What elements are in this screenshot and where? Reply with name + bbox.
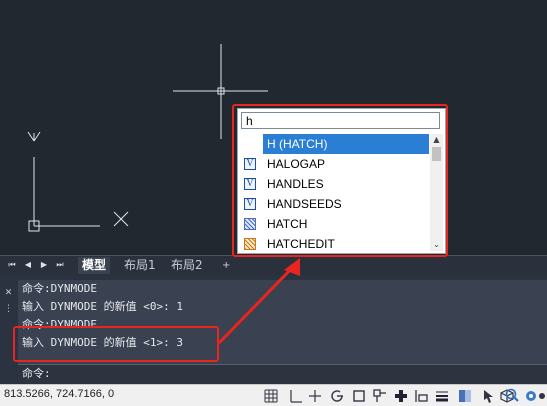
next-tab-icon[interactable]: ▶ (38, 259, 50, 271)
options-icon[interactable]: ⋮ (4, 305, 13, 314)
layout-tab-bar: ⏮ ◀ ▶ ⏭ 模型 布局1 布局2 + (0, 255, 547, 276)
ortho-icon[interactable] (307, 388, 323, 404)
tab-model[interactable]: 模型 (78, 257, 111, 274)
scrollbar-thumb[interactable] (432, 147, 441, 161)
autocomplete-item-label: HALOGAP (267, 157, 326, 171)
tab-layout2[interactable]: 布局2 (167, 257, 207, 274)
ducs-icon[interactable] (393, 388, 409, 404)
command-line-input[interactable]: 命令: (18, 364, 547, 383)
autocomplete-item-label: H (HATCH) (263, 134, 429, 154)
first-tab-icon[interactable]: ⏮ (6, 259, 18, 271)
autocomplete-item-halogap[interactable]: V HALOGAP (240, 154, 429, 174)
last-tab-icon[interactable]: ⏭ (54, 259, 66, 271)
system-variable-icon: V (244, 198, 256, 210)
tab-layout1[interactable]: 布局1 (120, 257, 160, 274)
selection-cycling-icon[interactable] (481, 388, 497, 404)
system-variable-icon: V (244, 178, 256, 190)
cad-application: H (HATCH) V HALOGAP V HANDLES V HANDSEED… (0, 0, 547, 406)
polar-icon[interactable] (329, 388, 345, 404)
system-variable-icon: V (244, 158, 256, 170)
command-autocomplete-popup: H (HATCH) V HALOGAP V HANDLES V HANDSEED… (237, 108, 446, 254)
lineweight-icon[interactable] (434, 388, 450, 404)
osnap-icon[interactable] (351, 388, 367, 404)
command-prompt-label: 命令: (22, 367, 51, 380)
previous-tab-icon[interactable]: ◀ (22, 259, 34, 271)
autocomplete-list: H (HATCH) V HALOGAP V HANDLES V HANDSEED… (240, 134, 429, 251)
autocomplete-item-label: HANDLES (267, 177, 324, 191)
autocomplete-item-label: HATCH (267, 217, 308, 231)
coordinates-display: 813.5266, 724.7166, 0 (4, 388, 115, 400)
autocomplete-scrollbar[interactable]: ▲ ⌄ (430, 134, 443, 251)
otrack-icon[interactable] (372, 388, 388, 404)
annotation-icon[interactable] (504, 387, 520, 403)
autocomplete-item-handseeds[interactable]: V HANDSEEDS (240, 194, 429, 214)
ucs-icon (27, 131, 129, 232)
status-bar: 813.5266, 724.7166, 0 (0, 384, 547, 406)
command-input[interactable] (241, 112, 440, 129)
history-line: 命令:DYNMODE (22, 282, 97, 295)
settings-icon[interactable] (538, 388, 547, 404)
autocomplete-item-label: HANDSEEDS (267, 197, 342, 211)
hatchedit-icon (244, 238, 256, 250)
autocomplete-item-handles[interactable]: V HANDLES (240, 174, 429, 194)
snap-icon[interactable] (288, 388, 304, 404)
history-line: 输入 DYNMODE 的新值 <1>: 3 (22, 336, 183, 349)
grid-icon[interactable] (263, 388, 279, 404)
close-icon[interactable]: ✕ (4, 289, 13, 298)
autocomplete-item-hatchedit[interactable]: HATCHEDIT (240, 234, 429, 251)
hatch-icon (244, 218, 256, 230)
command-history: 命令:DYNMODE 输入 DYNMODE 的新值 <0>: 1 命令:DYNM… (18, 280, 547, 365)
history-line: 命令:DYNMODE (22, 318, 97, 331)
transparency-icon[interactable] (457, 388, 473, 404)
autocomplete-item-h-hatch[interactable]: H (HATCH) (240, 134, 429, 154)
drawing-canvas[interactable]: H (HATCH) V HALOGAP V HANDLES V HANDSEED… (0, 0, 547, 256)
tab-add[interactable]: + (218, 257, 234, 274)
command-window: ✕ ⋮ 命令:DYNMODE 输入 DYNMODE 的新值 <0>: 1 命令:… (0, 275, 547, 384)
dyn-icon[interactable] (413, 388, 429, 404)
scroll-up-icon[interactable]: ▲ (430, 134, 443, 146)
autocomplete-item-label: HATCHEDIT (267, 237, 335, 251)
history-line: 输入 DYNMODE 的新值 <0>: 1 (22, 300, 183, 313)
scroll-down-icon[interactable]: ⌄ (430, 239, 443, 251)
autocomplete-item-hatch[interactable]: HATCH (240, 214, 429, 234)
isolate-icon[interactable] (523, 388, 539, 404)
